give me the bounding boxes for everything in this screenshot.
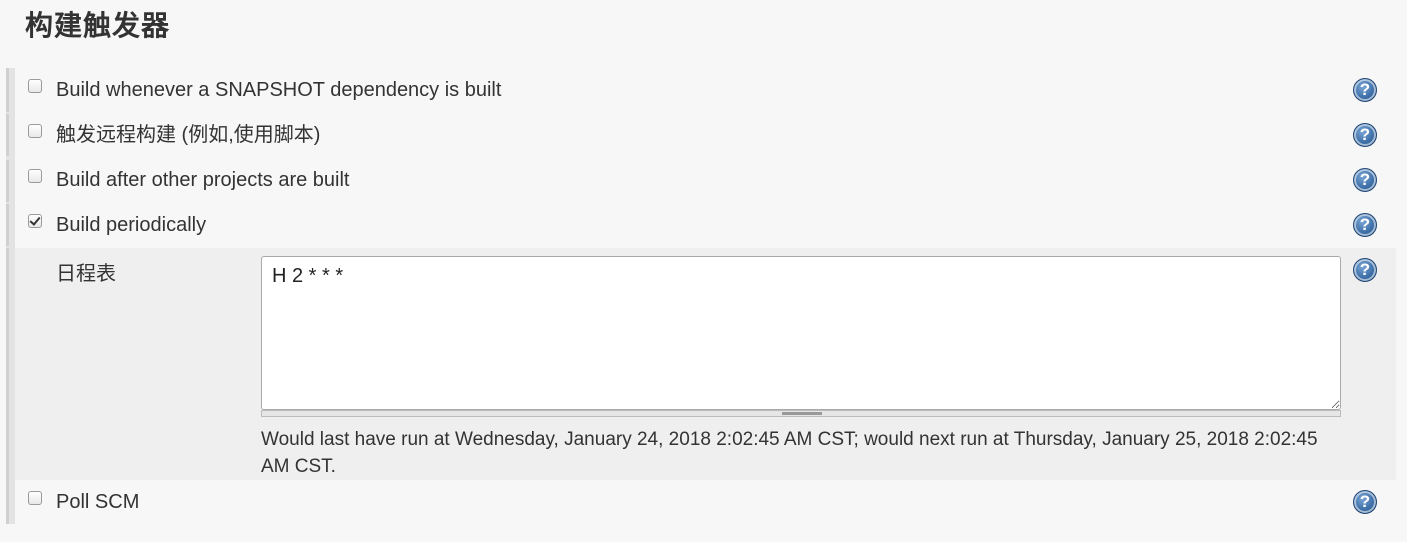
- row-marker: [6, 482, 9, 524]
- help-icon[interactable]: ?: [1353, 123, 1377, 147]
- trigger-row-poll-scm: Poll SCM ?: [15, 480, 1396, 524]
- poll-scm-checkbox[interactable]: [28, 491, 42, 505]
- build-periodically-label[interactable]: Build periodically: [56, 213, 206, 237]
- schedule-panel: 日程表 ? Would last have run at Wednesday, …: [15, 248, 1396, 480]
- snapshot-dependency-checkbox[interactable]: [28, 79, 42, 93]
- grip-knob: [782, 412, 822, 415]
- trigger-row-snapshot: Build whenever a SNAPSHOT dependency is …: [15, 68, 1396, 112]
- help-icon[interactable]: ?: [1353, 258, 1377, 282]
- schedule-run-info: Would last have run at Wednesday, Januar…: [261, 429, 1318, 477]
- remote-trigger-label[interactable]: 触发远程构建 (例如,使用脚本): [56, 123, 320, 147]
- row-marker: [6, 204, 9, 246]
- help-icon[interactable]: ?: [1353, 213, 1377, 237]
- row-marker: [6, 114, 9, 156]
- section-side-bar: [6, 68, 15, 524]
- row-marker: [6, 248, 9, 482]
- schedule-label: 日程表: [56, 263, 116, 285]
- help-icon[interactable]: ?: [1353, 168, 1377, 192]
- build-triggers-section: Build whenever a SNAPSHOT dependency is …: [6, 68, 1396, 524]
- section-title: 构建触发器: [25, 10, 171, 41]
- build-after-other-label[interactable]: Build after other projects are built: [56, 168, 350, 192]
- help-icon[interactable]: ?: [1353, 78, 1377, 102]
- row-marker: [6, 68, 9, 112]
- textarea-resize-grip[interactable]: [261, 410, 1341, 417]
- trigger-row-periodic: Build periodically ?: [15, 203, 1396, 247]
- trigger-row-after-other: Build after other projects are built ?: [15, 158, 1396, 202]
- snapshot-dependency-label[interactable]: Build whenever a SNAPSHOT dependency is …: [56, 78, 501, 102]
- build-periodically-checkbox[interactable]: [28, 214, 42, 228]
- row-marker: [6, 160, 9, 202]
- help-icon[interactable]: ?: [1353, 490, 1377, 514]
- poll-scm-label[interactable]: Poll SCM: [56, 490, 139, 514]
- build-after-other-checkbox[interactable]: [28, 169, 42, 183]
- remote-trigger-checkbox[interactable]: [28, 124, 42, 138]
- schedule-textarea[interactable]: [261, 256, 1341, 410]
- trigger-row-remote: 触发远程构建 (例如,使用脚本) ?: [15, 113, 1396, 157]
